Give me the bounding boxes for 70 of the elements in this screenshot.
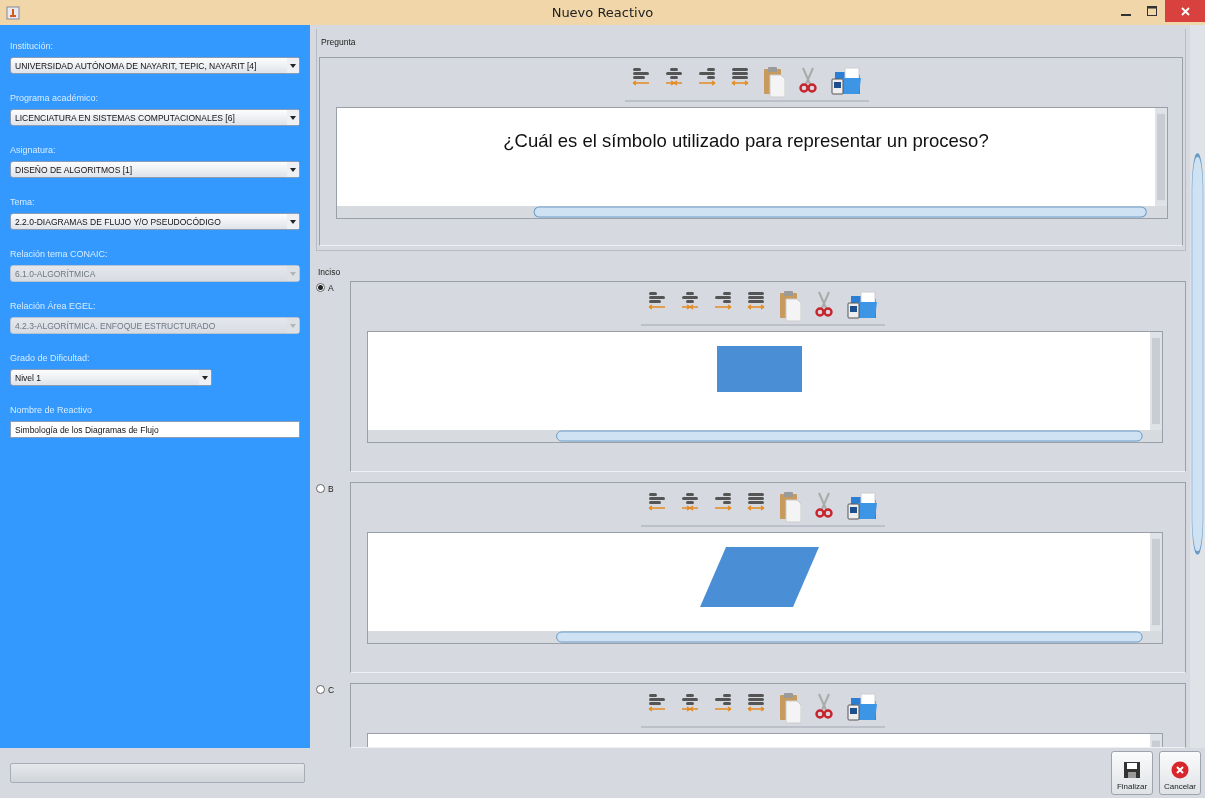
option-editor[interactable] — [367, 532, 1163, 644]
section-label: Inciso — [317, 266, 342, 279]
vertical-scrollbar[interactable] — [1150, 332, 1162, 430]
align-right-icon[interactable] — [713, 692, 733, 714]
align-left-icon[interactable] — [647, 290, 667, 312]
clipboard-icon[interactable] — [779, 692, 801, 724]
field-label: Programa académico: — [10, 93, 100, 103]
scissors-icon[interactable] — [814, 290, 834, 318]
close-icon — [1180, 6, 1190, 16]
horizontal-scrollbar[interactable] — [368, 631, 1162, 643]
radio-button[interactable] — [316, 484, 325, 493]
option-letter: B — [328, 484, 334, 494]
name-field[interactable]: Simbología de los Diagramas de Flujo — [10, 421, 300, 438]
question-editor[interactable]: ¿Cuál es el símbolo utilizado para representar un proceso? — [336, 107, 1168, 219]
align-left-icon[interactable] — [631, 66, 651, 88]
justify-icon[interactable] — [746, 692, 766, 714]
horizontal-scrollbar[interactable] — [368, 430, 1162, 442]
align-right-icon[interactable] — [713, 491, 733, 513]
field-label: Relación tema CONAIC: — [10, 249, 109, 259]
field-label: Nombre de Reactivo — [10, 405, 94, 415]
close-button[interactable] — [1165, 0, 1205, 22]
dropdown[interactable]: LICENCIATURA EN SISTEMAS COMPUTACIONALES [6] — [10, 109, 300, 126]
align-center-icon[interactable] — [664, 66, 684, 88]
field-label: Asignatura: — [10, 145, 57, 155]
clipboard-icon[interactable] — [779, 491, 801, 523]
minimize-icon — [1121, 14, 1131, 16]
field-label: Grado de Dificultad: — [10, 353, 91, 363]
app-icon — [6, 4, 20, 21]
align-left-icon[interactable] — [647, 491, 667, 513]
horizontal-scrollbar[interactable] — [337, 206, 1167, 218]
dropdown[interactable]: 2.2.0-DIAGRAMAS DE FLUJO Y/O PSEUDOCÓDIGO — [10, 213, 300, 230]
dropdown[interactable]: UNIVERSIDAD AUTÓNOMA DE NAYARIT, TEPIC, NAYARIT [4] — [10, 57, 300, 74]
justify-icon[interactable] — [730, 66, 750, 88]
vertical-scrollbar[interactable] — [1190, 25, 1205, 748]
question-text: ¿Cuál es el símbolo utilizado para representar un proceso? — [503, 130, 989, 152]
window-title: Nuevo Reactivo — [550, 5, 655, 20]
scissors-icon[interactable] — [814, 692, 834, 720]
align-center-icon[interactable] — [680, 491, 700, 513]
section-label: Pregunta — [320, 36, 357, 49]
radio-button[interactable] — [316, 685, 325, 694]
scissors-icon[interactable] — [798, 66, 818, 94]
vertical-scrollbar[interactable] — [1155, 108, 1167, 206]
maximize-icon — [1147, 6, 1157, 16]
image-folder-icon[interactable] — [847, 290, 879, 320]
finish-button[interactable]: Finalizar — [1111, 751, 1153, 795]
field-label: Relación Área EGEL: — [10, 301, 97, 311]
field-label: Tema: — [10, 197, 36, 207]
justify-icon[interactable] — [746, 290, 766, 312]
align-right-icon[interactable] — [697, 66, 717, 88]
dropdown[interactable]: DISEÑO DE ALGORITMOS [1] — [10, 161, 300, 178]
align-center-icon[interactable] — [680, 692, 700, 714]
field-label: Institución: — [10, 41, 55, 51]
cancel-button[interactable]: Cancelar — [1159, 751, 1201, 795]
clipboard-icon[interactable] — [763, 66, 785, 98]
align-center-icon[interactable] — [680, 290, 700, 312]
align-left-icon[interactable] — [647, 692, 667, 714]
justify-icon[interactable] — [746, 491, 766, 513]
align-right-icon[interactable] — [713, 290, 733, 312]
image-folder-icon[interactable] — [847, 491, 879, 521]
clipboard-icon[interactable] — [779, 290, 801, 322]
vertical-scrollbar[interactable] — [1150, 533, 1162, 631]
cancel-icon — [1171, 761, 1189, 779]
radio-button[interactable] — [316, 283, 325, 292]
image-folder-icon[interactable] — [847, 692, 879, 722]
image-folder-icon[interactable] — [831, 66, 863, 96]
option-letter: C — [328, 685, 335, 695]
scissors-icon[interactable] — [814, 491, 834, 519]
option-letter: A — [328, 283, 334, 293]
dropdown[interactable]: Nivel 1 — [10, 369, 212, 386]
option-editor[interactable] — [367, 331, 1163, 443]
